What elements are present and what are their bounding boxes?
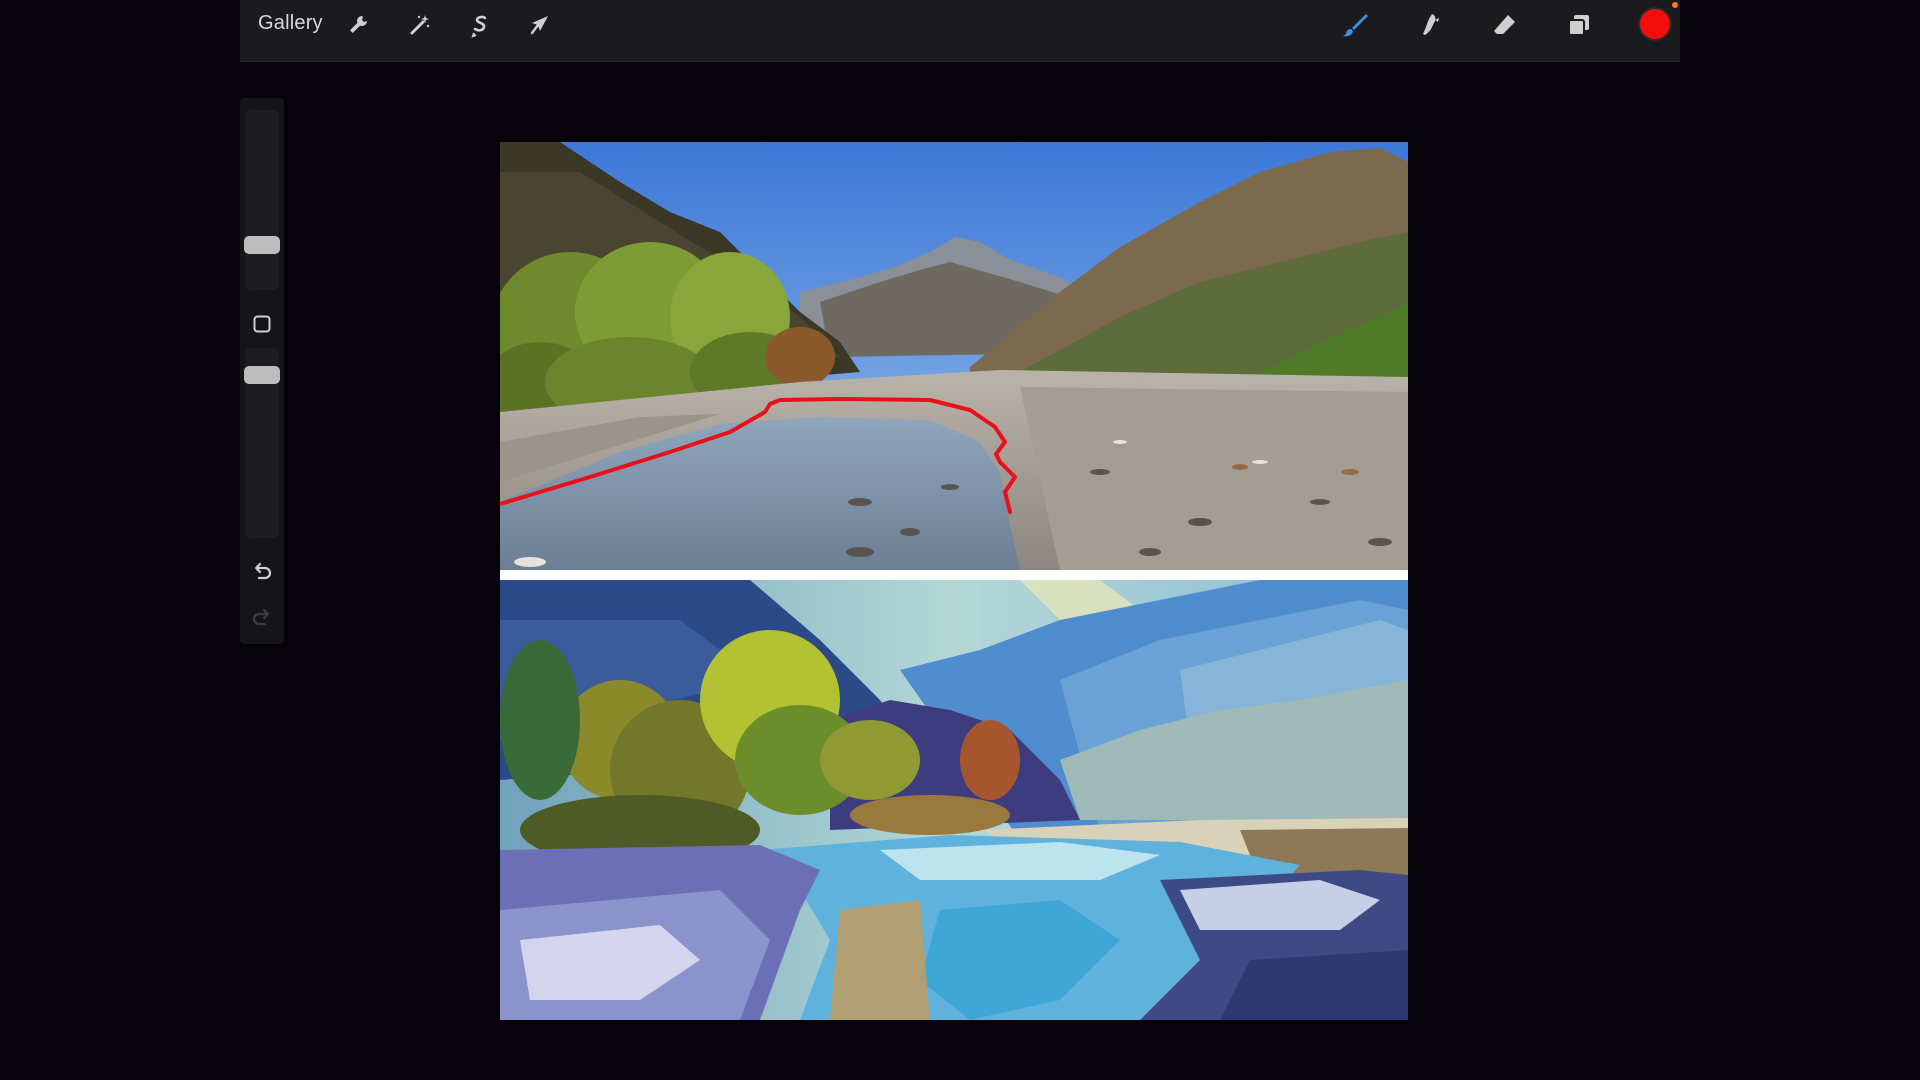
brush-size-slider[interactable]	[244, 110, 280, 290]
undo-icon[interactable]	[250, 560, 274, 584]
smudge-icon[interactable]	[1416, 11, 1444, 39]
brush-opacity-handle[interactable]	[244, 366, 280, 384]
painting-study	[500, 580, 1408, 1020]
panel-divider	[500, 570, 1408, 580]
canvas[interactable]	[500, 142, 1408, 1020]
color-swatch[interactable]	[1640, 9, 1670, 39]
wrench-icon[interactable]	[344, 11, 372, 39]
redo-icon[interactable]	[250, 606, 274, 630]
brush-size-handle[interactable]	[244, 236, 280, 254]
brush-opacity-slider[interactable]	[244, 348, 280, 538]
procreate-app: Gallery	[0, 0, 1920, 1080]
brush-icon[interactable]	[1342, 11, 1370, 39]
top-toolbar: Gallery	[240, 0, 1680, 62]
magic-wand-icon[interactable]	[405, 11, 433, 39]
reference-photo	[500, 142, 1408, 570]
eraser-icon[interactable]	[1490, 11, 1518, 39]
selection-s-icon[interactable]	[466, 11, 494, 39]
square-modify-icon[interactable]	[252, 314, 272, 334]
gallery-button[interactable]: Gallery	[258, 12, 323, 35]
layers-icon[interactable]	[1565, 11, 1593, 39]
notification-dot	[1672, 2, 1678, 8]
arrow-cursor-icon[interactable]	[526, 11, 554, 39]
brush-sidebar	[240, 98, 284, 644]
